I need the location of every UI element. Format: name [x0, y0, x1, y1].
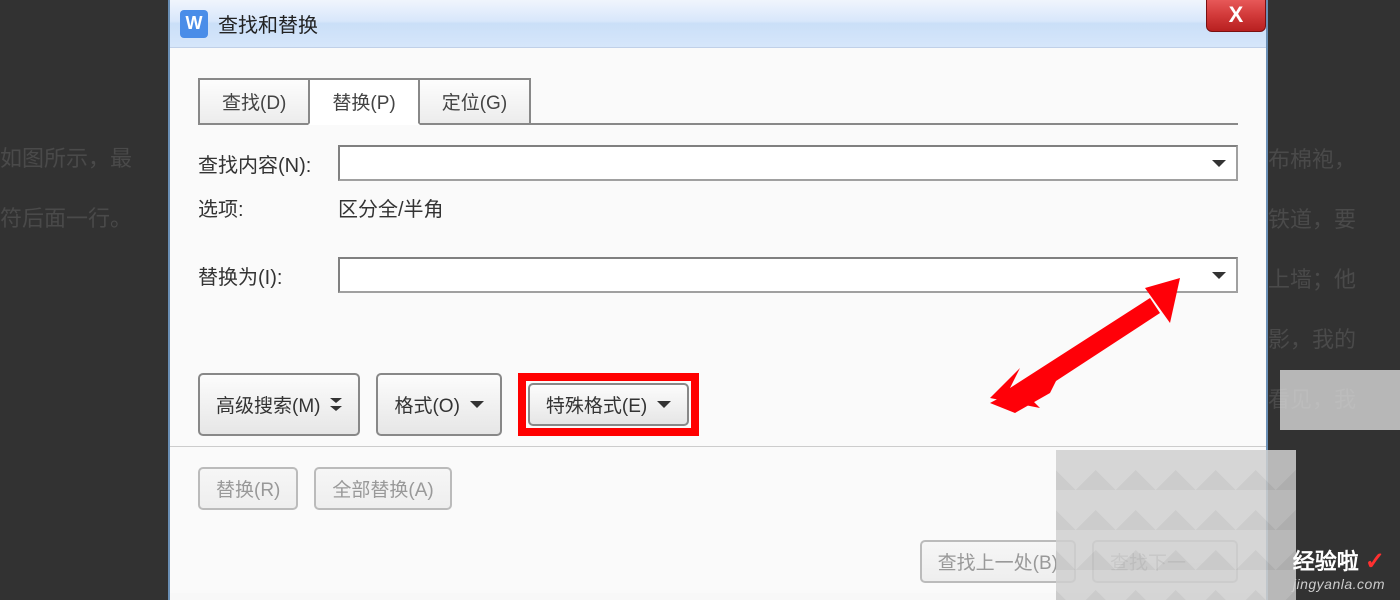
button-label: 格式(O)	[394, 391, 459, 418]
titlebar: W 查找和替换 X	[170, 0, 1266, 48]
tab-strip: 查找(D) 替换(P) 定位(G)	[198, 78, 1238, 125]
replace-with-row: 替换为(I):	[198, 257, 1238, 293]
replace-with-input[interactable]	[338, 257, 1238, 293]
separator	[170, 446, 1266, 447]
censor-block	[1056, 450, 1296, 600]
replace-all-button[interactable]: 全部替换(A)	[314, 467, 451, 510]
advanced-search-button[interactable]: 高级搜索(M)	[198, 373, 360, 436]
close-button[interactable]: X	[1206, 0, 1266, 32]
special-format-button[interactable]: 特殊格式(E)	[528, 383, 689, 426]
find-prev-button[interactable]: 查找上一处(B)	[920, 540, 1076, 583]
bg-text-line2: 符后面一行。	[0, 195, 132, 243]
format-button[interactable]: 格式(O)	[376, 373, 501, 436]
tab-find[interactable]: 查找(D)	[198, 78, 310, 123]
chevron-down-icon	[657, 401, 671, 408]
find-what-row: 查找内容(N):	[198, 145, 1238, 181]
replace-with-label: 替换为(I):	[198, 261, 338, 290]
dropdown-icon[interactable]	[1212, 272, 1226, 279]
app-icon: W	[180, 10, 208, 38]
double-chevron-down-icon	[330, 398, 342, 411]
check-icon: ✓	[1365, 548, 1385, 575]
find-what-label: 查找内容(N):	[198, 149, 338, 178]
options-label: 选项:	[198, 193, 338, 222]
dropdown-icon[interactable]	[1212, 160, 1226, 167]
chevron-down-icon	[470, 401, 484, 408]
watermark-text: 经验啦	[1293, 549, 1359, 574]
tab-replace[interactable]: 替换(P)	[308, 78, 419, 125]
censor-block	[1280, 370, 1400, 430]
options-value: 区分全/半角	[338, 193, 444, 222]
options-row: 选项: 区分全/半角	[198, 193, 1238, 222]
button-label: 特殊格式(E)	[546, 391, 647, 418]
tab-goto[interactable]: 定位(G)	[418, 78, 531, 123]
watermark-url: jingyanla.com	[1293, 576, 1385, 592]
find-what-input[interactable]	[338, 145, 1238, 181]
watermark: 经验啦 ✓ jingyanla.com	[1293, 544, 1385, 592]
dialog-title: 查找和替换	[218, 9, 318, 38]
button-label: 高级搜索(M)	[216, 391, 320, 418]
adv-buttons-row: 高级搜索(M) 格式(O) 特殊格式(E)	[198, 373, 1238, 436]
highlight-box: 特殊格式(E)	[518, 373, 699, 436]
bg-text-line1: 如图所示，最	[0, 135, 132, 183]
replace-button[interactable]: 替换(R)	[198, 467, 298, 510]
